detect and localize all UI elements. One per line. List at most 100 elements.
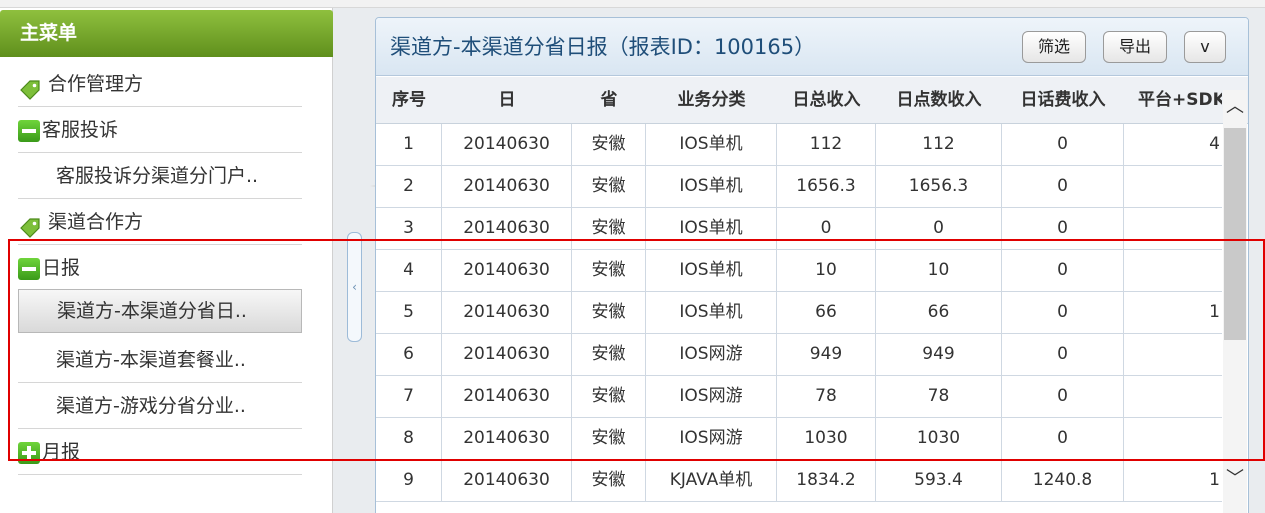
column-header[interactable]: 平台+SDK xyxy=(1124,77,1222,124)
table-cell xyxy=(1124,334,1222,375)
sidebar-item-channel-province-daily[interactable]: 渠道方-本渠道分省日.. xyxy=(18,289,302,333)
table-cell: 安徽 xyxy=(572,166,646,207)
table-cell: 安徽 xyxy=(572,334,646,375)
table-cell: 8 xyxy=(376,418,442,459)
table-row[interactable]: 4 20140630 安徽 IOS单机 10 10 0 xyxy=(376,250,1222,292)
collapse-minus-icon[interactable] xyxy=(18,257,40,280)
column-header[interactable]: 日话费收入 xyxy=(1002,77,1124,124)
scroll-down-icon[interactable]: ﹀ xyxy=(1223,464,1247,494)
table-cell: IOS网游 xyxy=(646,376,777,417)
sidebar-item-label: 合作管理方 xyxy=(48,73,144,95)
collapse-minus-icon[interactable] xyxy=(18,119,40,142)
main-menu-header: 主菜单 xyxy=(0,10,333,57)
table-cell: IOS单机 xyxy=(646,292,777,333)
table-cell: 20140630 xyxy=(442,250,572,291)
column-header[interactable]: 日 xyxy=(442,77,572,124)
table-cell: 0 xyxy=(1002,334,1124,375)
table-row[interactable]: 7 20140630 安徽 IOS网游 78 78 0 xyxy=(376,376,1222,418)
panel-title: 渠道方-本渠道分省日报（报表ID：100165） xyxy=(390,35,816,59)
table-cell: 0 xyxy=(1002,166,1124,207)
table-cell: 0 xyxy=(1002,208,1124,249)
sidebar-folder-daily-report[interactable]: 日报 xyxy=(18,245,302,291)
table-cell: 10 xyxy=(876,250,1002,291)
table-cell: 1 xyxy=(376,124,442,165)
more-menu-button[interactable]: v xyxy=(1184,31,1226,63)
sidebar-item-complaint-report[interactable]: 客服投诉分渠道分门户.. xyxy=(18,153,302,199)
table-cell: 1656.3 xyxy=(777,166,876,207)
table-cell: 66 xyxy=(777,292,876,333)
table-cell: 112 xyxy=(777,124,876,165)
table-cell xyxy=(1124,376,1222,417)
table-cell: 112 xyxy=(876,124,1002,165)
table-cell: 20140630 xyxy=(442,460,572,501)
table-cell: 20140630 xyxy=(442,334,572,375)
table-row[interactable]: 6 20140630 安徽 IOS网游 949 949 0 xyxy=(376,334,1222,376)
column-header[interactable]: 日点数收入 xyxy=(876,77,1002,124)
table-cell: 安徽 xyxy=(572,124,646,165)
table-cell: 949 xyxy=(777,334,876,375)
table-cell xyxy=(1124,250,1222,291)
table-cell: 0 xyxy=(1002,376,1124,417)
table-cell: 20140630 xyxy=(442,208,572,249)
table-cell: 2 xyxy=(376,166,442,207)
export-button[interactable]: 导出 xyxy=(1103,31,1167,63)
sidebar-item-label: 渠道方-本渠道套餐业.. xyxy=(56,349,246,371)
sidebar-group-partner-management[interactable]: 合作管理方 xyxy=(18,61,302,107)
table-row[interactable]: 3 20140630 安徽 IOS单机 0 0 0 xyxy=(376,208,1222,250)
sidebar-group-channel-partner[interactable]: 渠道合作方 xyxy=(18,199,302,245)
table-row[interactable]: 8 20140630 安徽 IOS网游 1030 1030 0 xyxy=(376,418,1222,460)
table-cell: 1030 xyxy=(876,418,1002,459)
table-cell: 3 xyxy=(376,208,442,249)
column-header[interactable]: 序号 xyxy=(376,77,442,124)
filter-button[interactable]: 筛选 xyxy=(1022,31,1086,63)
top-toolbar-strip xyxy=(0,0,1265,8)
sidebar-folder-monthly-report[interactable]: 月报 xyxy=(18,429,302,475)
sidebar-item-label: 渠道合作方 xyxy=(48,211,144,233)
table-cell: 安徽 xyxy=(572,460,646,501)
table-cell: 949 xyxy=(876,334,1002,375)
sidebar-item-label: 月报 xyxy=(42,441,81,463)
scrollbar-thumb[interactable] xyxy=(1224,128,1246,340)
table-row[interactable]: 1 20140630 安徽 IOS单机 112 112 0 4 xyxy=(376,124,1222,166)
table-cell: 安徽 xyxy=(572,292,646,333)
table-cell: 6 xyxy=(376,334,442,375)
table-cell: IOS网游 xyxy=(646,334,777,375)
table-row[interactable]: 5 20140630 安徽 IOS单机 66 66 0 1 xyxy=(376,292,1222,334)
table-cell xyxy=(1124,418,1222,459)
table-cell: KJAVA单机 xyxy=(646,460,777,501)
table-header: 序号 日 省 业务分类 日总收入 日点数收入 日话费收入 平台+SDK xyxy=(376,77,1248,124)
table-cell: 0 xyxy=(1002,124,1124,165)
table-cell: 0 xyxy=(1002,418,1124,459)
table-cell: 20140630 xyxy=(442,292,572,333)
table-cell: 1 xyxy=(1209,470,1220,490)
sidebar-item-label: 渠道方-本渠道分省日.. xyxy=(57,300,247,322)
sidebar-item-label: 渠道方-游戏分省分业.. xyxy=(56,395,246,417)
table-cell: 1240.8 xyxy=(1002,460,1124,501)
expand-plus-icon[interactable] xyxy=(18,441,40,464)
scroll-up-icon[interactable]: ︿ xyxy=(1223,92,1247,122)
sidebar-item-label: 客服投诉 xyxy=(42,119,119,141)
table-cell: 0 xyxy=(1002,250,1124,291)
sidebar-item-label: 客服投诉分渠道分门户.. xyxy=(56,165,259,187)
table-cell: 1030 xyxy=(777,418,876,459)
sidebar-collapse-handle[interactable]: ‹ xyxy=(347,232,362,342)
table-cell: 9 xyxy=(376,460,442,501)
column-header[interactable]: 省 xyxy=(572,77,646,124)
table-row[interactable]: 2 20140630 安徽 IOS单机 1656.3 1656.3 0 xyxy=(376,166,1222,208)
sidebar-folder-customer-complaints[interactable]: 客服投诉 xyxy=(18,107,302,153)
table-cell: IOS单机 xyxy=(646,124,777,165)
table-row[interactable]: 9 20140630 安徽 KJAVA单机 1834.2 593.4 1240.8 1 xyxy=(376,460,1222,502)
column-header[interactable]: 日总收入 xyxy=(777,77,876,124)
table-cell: 66 xyxy=(876,292,1002,333)
table-cell: 0 xyxy=(777,208,876,249)
sidebar-item-channel-package[interactable]: 渠道方-本渠道套餐业.. xyxy=(18,337,302,383)
table-cell xyxy=(1124,166,1222,207)
table-cell: 78 xyxy=(777,376,876,417)
table-cell: 安徽 xyxy=(572,250,646,291)
table-cell: 20140630 xyxy=(442,418,572,459)
table-cell: 1 xyxy=(1209,302,1220,322)
table-cell: 1656.3 xyxy=(876,166,1002,207)
table-cell: IOS单机 xyxy=(646,166,777,207)
sidebar-item-game-province[interactable]: 渠道方-游戏分省分业.. xyxy=(18,383,302,429)
column-header[interactable]: 业务分类 xyxy=(646,77,777,124)
